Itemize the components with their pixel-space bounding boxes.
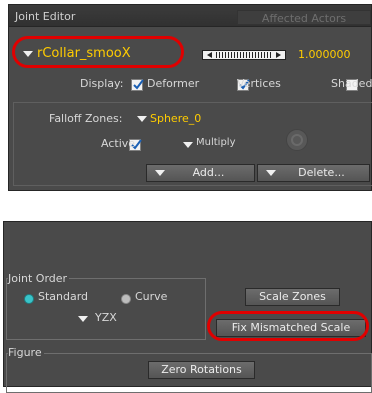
gear-icon [291, 134, 303, 146]
fix-scale-highlight [207, 311, 369, 341]
joint-editor-title-bar: Joint Editor Affected Actors [9, 5, 371, 27]
joint-order-label: Joint Order [8, 272, 70, 285]
falloff-zones-label: Falloff Zones: [49, 112, 123, 125]
add-zone-button[interactable]: Add... [146, 164, 255, 182]
joint-order-group [6, 278, 206, 340]
chevron-down-icon [183, 142, 193, 148]
delete-label: Delete... [298, 166, 345, 179]
joint-name-highlight [12, 36, 184, 68]
scale-value: 1.000000 [298, 48, 351, 61]
scale-dial[interactable] [202, 50, 286, 60]
falloff-zone-value: Sphere_0 [150, 112, 202, 125]
curve-radio[interactable] [121, 294, 131, 304]
order-value: YZX [95, 311, 117, 324]
standard-label: Standard [38, 290, 89, 303]
deformer-checkbox[interactable] [131, 79, 144, 91]
chevron-down-icon [266, 170, 276, 176]
panel-title: Joint Editor [15, 10, 76, 23]
figure-label: Figure [8, 346, 44, 359]
add-label: Add... [192, 166, 225, 179]
active-label: Active [101, 137, 136, 150]
tab-affected-actors[interactable]: Affected Actors [237, 10, 371, 25]
zero-rotations-button[interactable]: Zero Rotations [148, 361, 255, 379]
checkmark-icon [133, 79, 144, 90]
deformer-label: Deformer [147, 77, 200, 90]
scale-zones-button[interactable]: Scale Zones [245, 288, 340, 306]
multiply-label: Multiply [196, 137, 236, 148]
delete-zone-button[interactable]: Delete... [257, 164, 370, 182]
chevron-down-icon [137, 116, 147, 122]
chevron-down-icon [78, 316, 88, 322]
chevron-down-icon [155, 170, 165, 176]
joint-editor-panel: Joint Editor Affected Actors rCollar_smo… [8, 4, 372, 191]
standard-radio[interactable] [24, 294, 34, 304]
curve-label: Curve [135, 290, 168, 303]
vertices-label: Vertices [237, 77, 281, 90]
zone-options-icon[interactable] [286, 129, 308, 151]
display-label: Display: [80, 77, 124, 90]
lower-panel: Joint Order Standard Curve YZX Scale Zon… [3, 221, 372, 393]
dial-ticks-icon [207, 52, 281, 58]
shaded-label: Shaded [331, 77, 372, 90]
